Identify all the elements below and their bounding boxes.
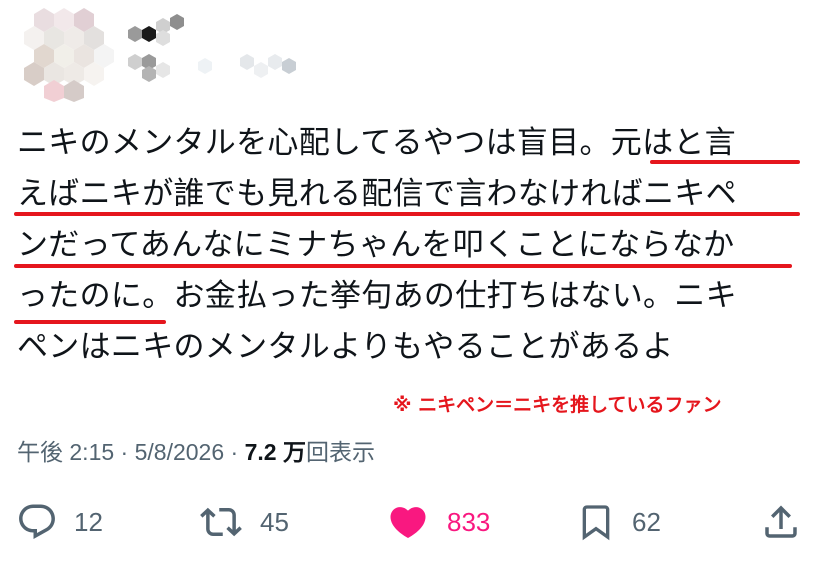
- bookmark-button[interactable]: 62: [576, 494, 661, 550]
- red-underline: [14, 264, 792, 268]
- name-mosaic: [128, 14, 296, 82]
- tweet-time[interactable]: 午後 2:15: [17, 439, 114, 465]
- share-icon: [765, 505, 797, 538]
- reply-icon: [19, 504, 55, 539]
- retweet-count: 45: [260, 506, 289, 537]
- separator: ·: [224, 439, 245, 465]
- tweet-line-4: ったのに。お金払った挙句あの仕打ちはない。ニキ: [17, 278, 737, 314]
- share-button[interactable]: [760, 494, 802, 550]
- bookmark-icon: [582, 505, 610, 541]
- avatar-mosaic: [24, 8, 114, 102]
- reply-count: 12: [74, 506, 103, 537]
- red-underline: [650, 160, 800, 164]
- tweet-line-5: ペンはニキのメンタルよりもやることがあるよ: [17, 329, 674, 365]
- red-underline: [14, 320, 166, 324]
- view-label: 回表示: [305, 439, 375, 465]
- heart-icon: [390, 507, 426, 539]
- annotation-note: ※ ニキペン＝ニキを推しているファン: [393, 394, 722, 416]
- tweet-text: ニキのメンタルを心配してるやつは盲目。元はと言 えばニキが誰でも見れる配信で言わ…: [17, 118, 812, 373]
- red-underline: [14, 212, 800, 216]
- tweet-meta: 午後 2:15 · 5/8/2026 · 7.2 万回表示: [17, 433, 375, 467]
- like-button[interactable]: 833: [385, 494, 490, 550]
- retweet-button[interactable]: 45: [198, 494, 289, 550]
- view-count: 7.2 万: [244, 439, 306, 465]
- reply-button[interactable]: 12: [16, 494, 103, 550]
- separator: ·: [114, 439, 135, 465]
- avatar[interactable]: [14, 6, 114, 102]
- like-count: 833: [447, 506, 491, 537]
- tweet-date[interactable]: 5/8/2026: [135, 439, 225, 465]
- author-name-blurred[interactable]: [120, 6, 310, 86]
- retweet-icon: [200, 507, 242, 537]
- bookmark-count: 62: [632, 506, 661, 537]
- action-bar: 12 45 833 62: [0, 494, 826, 550]
